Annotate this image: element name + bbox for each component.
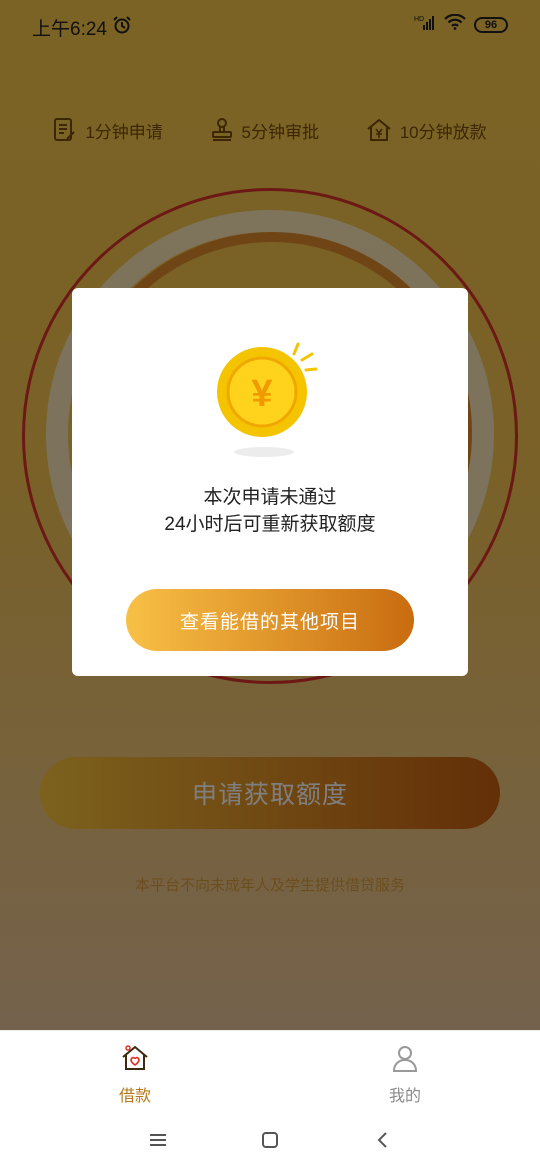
user-icon (390, 1043, 420, 1078)
bottom-navigation: 借款 我的 (0, 1030, 540, 1110)
rejection-dialog: ¥ 本次申请未通过 24小时后可重新获取额度 查看能借的其他项目 (72, 288, 468, 676)
view-other-projects-button[interactable]: 查看能借的其他项目 (126, 589, 414, 651)
tab-me[interactable]: 我的 (345, 1043, 465, 1106)
tab-loan[interactable]: 借款 (75, 1043, 195, 1106)
coin-symbol: ¥ (251, 373, 272, 415)
house-icon (120, 1043, 150, 1078)
dialog-message-detail: 24小时后可重新获取额度 (164, 514, 376, 535)
tab-me-label: 我的 (388, 1088, 421, 1105)
menu-icon[interactable] (143, 1126, 173, 1154)
tab-loan-label: 借款 (118, 1088, 151, 1105)
dialog-message-title: 本次申请未通过 (203, 487, 337, 508)
system-navigation-bar (0, 1110, 540, 1170)
back-icon[interactable] (368, 1126, 398, 1154)
yen-coin-icon: ¥ (212, 340, 322, 460)
home-icon[interactable] (255, 1126, 285, 1154)
